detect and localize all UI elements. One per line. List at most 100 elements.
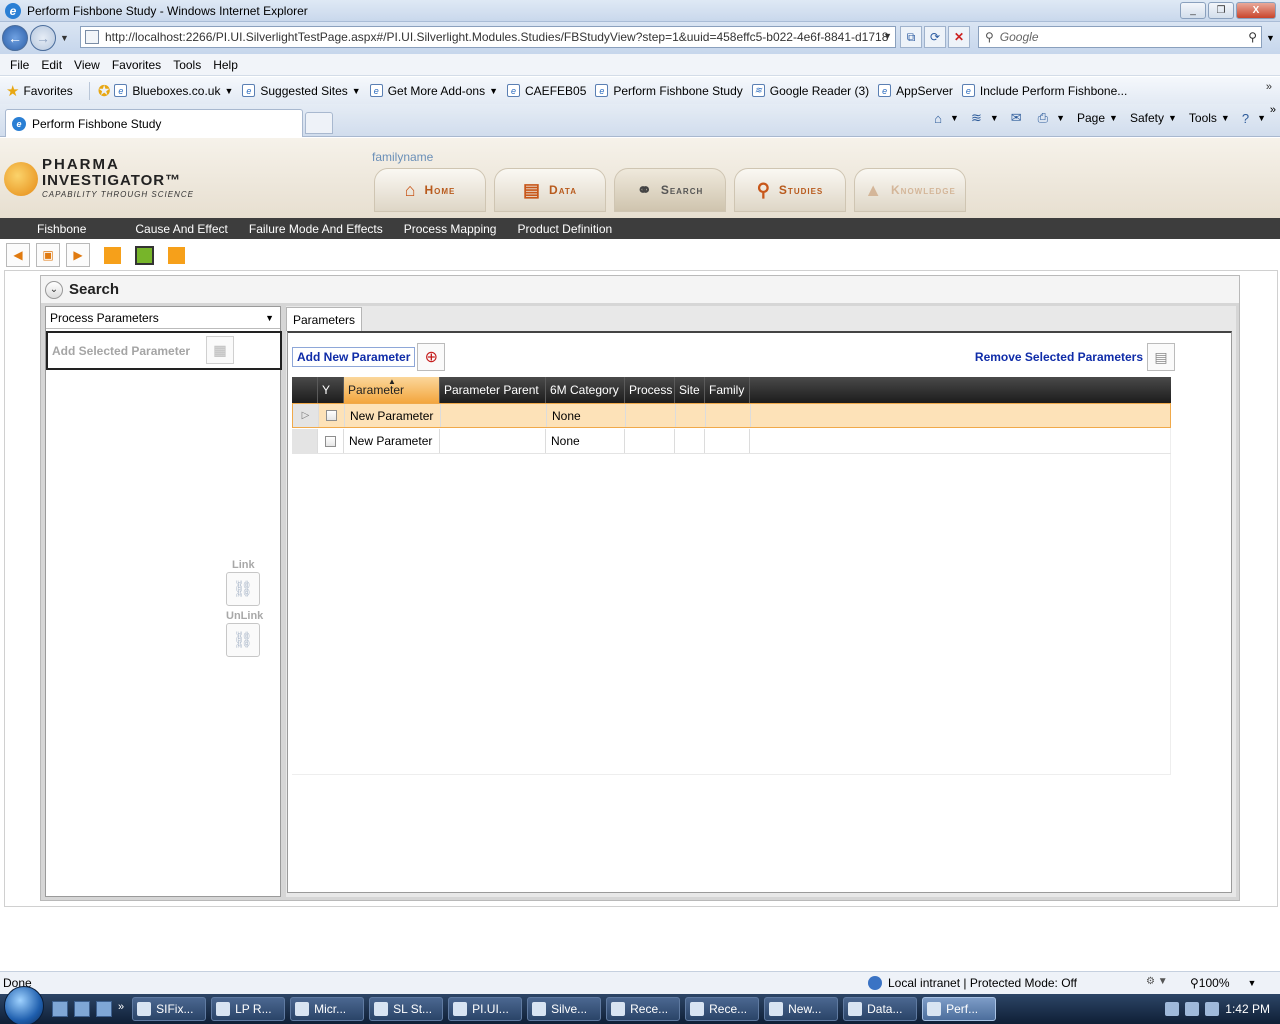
step-indicator[interactable] — [104, 246, 121, 264]
maximize-button[interactable]: ❐ — [1208, 2, 1234, 19]
menu-edit[interactable]: Edit — [35, 58, 68, 72]
favorite-link[interactable]: e Include Perform Fishbone... — [961, 84, 1127, 98]
add-new-parameter-button[interactable]: Add New Parameter ⊕ — [292, 343, 446, 371]
table-row[interactable]: ▷ New Parameter None — [292, 403, 1171, 428]
favorite-link[interactable]: e CAEFEB05 — [507, 84, 586, 98]
compatibility-view-icon[interactable]: ⧉ — [900, 26, 922, 48]
nav-tab-home[interactable]: ⌂ Home — [374, 168, 486, 212]
nav-tab-knowledge[interactable]: ▲ Knowledge — [854, 168, 966, 212]
back-button[interactable]: ← — [2, 25, 28, 51]
search-icon[interactable]: ⚲ — [1248, 30, 1257, 44]
close-button[interactable]: X — [1236, 2, 1276, 19]
taskbar-button[interactable]: Rece... — [685, 997, 760, 1021]
cell-family[interactable] — [706, 404, 751, 427]
remove-selected-parameters-button[interactable]: Remove Selected Parameters ▤ — [975, 343, 1175, 371]
start-button[interactable] — [4, 986, 44, 1024]
study-nav-cause-effect[interactable]: Cause And Effect — [135, 222, 228, 236]
taskbar-button[interactable]: Micr... — [290, 997, 365, 1021]
favorites-star-icon[interactable]: ★ — [6, 82, 19, 100]
chevron-right-icon[interactable]: » — [1270, 104, 1276, 116]
taskbar-button[interactable]: SIFix... — [132, 997, 207, 1021]
cell-6m-category[interactable]: None — [547, 404, 626, 427]
nav-tab-data[interactable]: ▤ Data — [494, 168, 606, 212]
add-selected-parameter-button[interactable]: Add Selected Parameter ▦ — [46, 331, 282, 370]
tray-icon[interactable] — [1185, 1002, 1200, 1016]
ie-launch-icon[interactable] — [96, 1001, 112, 1017]
column-header-family[interactable]: Family — [705, 377, 750, 403]
taskbar-button[interactable]: Silve... — [527, 997, 602, 1021]
switch-windows-icon[interactable] — [74, 1001, 90, 1017]
row-checkbox[interactable] — [318, 429, 344, 453]
taskbar-button[interactable]: PI.UI... — [448, 997, 523, 1021]
favorite-link[interactable]: e Suggested Sites ▼ — [242, 84, 361, 98]
nav-tab-studies[interactable]: ⚲ Studies — [734, 168, 846, 212]
menu-favorites[interactable]: Favorites — [106, 58, 167, 72]
tray-icon[interactable] — [1165, 1002, 1180, 1016]
address-dropdown-icon[interactable]: ▼ — [883, 31, 892, 41]
safety-menu[interactable]: Safety ▼ — [1130, 111, 1177, 125]
refresh-icon[interactable]: ⟳ — [924, 26, 946, 48]
row-checkbox[interactable] — [319, 404, 345, 427]
taskbar-button[interactable]: LP R... — [211, 997, 286, 1021]
menu-tools[interactable]: Tools — [167, 58, 207, 72]
tools-menu[interactable]: Tools ▼ — [1189, 111, 1230, 125]
column-header-process[interactable]: Process — [625, 377, 675, 403]
parameter-type-select[interactable]: Process Parameters ▼ — [46, 307, 280, 329]
show-desktop-icon[interactable] — [52, 1001, 68, 1017]
column-header-parameter-parent[interactable]: Parameter Parent — [440, 377, 546, 403]
volume-icon[interactable] — [1205, 1002, 1220, 1016]
table-row[interactable]: New Parameter None — [292, 429, 1171, 454]
checkbox[interactable] — [326, 410, 337, 421]
help-command[interactable]: ? ▼ — [1242, 111, 1266, 126]
protected-mode-icon[interactable]: ⚙ ▼ — [1146, 976, 1168, 987]
zoom-control[interactable]: ⚲ 100% ▼ — [1190, 976, 1256, 990]
column-header-parameter[interactable]: ▲ Parameter — [344, 377, 440, 403]
cell-process[interactable] — [625, 429, 675, 453]
nav-tab-search[interactable]: ⚭ Search — [614, 168, 726, 212]
collapse-chevron-icon[interactable]: ⌄ — [45, 280, 63, 299]
favorite-link[interactable]: e Get More Add-ons ▼ — [369, 84, 498, 98]
page-menu[interactable]: Page ▼ — [1077, 111, 1118, 125]
cell-6m-category[interactable]: None — [546, 429, 625, 453]
mail-command[interactable]: ✉ — [1011, 110, 1026, 126]
taskbar-button[interactable]: New... — [764, 997, 839, 1021]
cell-site[interactable] — [675, 429, 705, 453]
family-name-link[interactable]: familyname — [372, 150, 433, 164]
taskbar-button[interactable]: SL St... — [369, 997, 444, 1021]
unlink-button[interactable]: ⛓ — [226, 623, 260, 657]
step-indicator[interactable] — [168, 246, 185, 264]
step-indicator-current[interactable] — [135, 245, 154, 265]
study-nav-fishbone[interactable]: Fishbone — [37, 222, 86, 236]
column-header-y[interactable]: Y — [318, 377, 344, 403]
taskbar-button-active[interactable]: Perf... — [922, 997, 997, 1021]
forward-button[interactable]: → — [30, 25, 56, 51]
address-input[interactable]: http://localhost:2266/PI.UI.SilverlightT… — [80, 26, 896, 48]
chevron-right-icon[interactable]: » — [1266, 81, 1272, 93]
new-tab-button[interactable] — [305, 112, 333, 134]
cell-parameter-parent[interactable] — [440, 429, 546, 453]
clock[interactable]: 1:42 PM — [1225, 1002, 1270, 1016]
feeds-command[interactable]: ≋ ▼ — [971, 110, 999, 126]
cell-process[interactable] — [626, 404, 676, 427]
favorite-link[interactable]: ≋ Google Reader (3) — [751, 84, 869, 98]
browser-tab[interactable]: e Perform Fishbone Study — [5, 109, 303, 137]
cell-site[interactable] — [676, 404, 706, 427]
study-nav-fmea[interactable]: Failure Mode And Effects — [249, 222, 383, 236]
column-header-6m-category[interactable]: 6M Category — [546, 377, 625, 403]
favorite-link[interactable]: e AppServer — [878, 84, 953, 98]
add-favorite-icon[interactable]: ✪ — [98, 82, 111, 100]
study-nav-product-definition[interactable]: Product Definition — [517, 222, 612, 236]
search-input[interactable]: ⚲ Google ⚲ — [978, 26, 1262, 48]
favorite-link[interactable]: e Perform Fishbone Study — [595, 84, 743, 98]
security-zone[interactable]: Local intranet | Protected Mode: Off — [868, 976, 1077, 990]
favorites-button[interactable]: Favorites — [23, 84, 72, 98]
taskbar-button[interactable]: Data... — [843, 997, 918, 1021]
next-step-icon[interactable]: ▶ — [66, 243, 90, 267]
search-dropdown-icon[interactable]: ▼ — [1266, 33, 1275, 43]
menu-help[interactable]: Help — [207, 58, 244, 72]
stop-icon[interactable]: ✕ — [948, 26, 970, 48]
save-icon[interactable]: ▣ — [36, 243, 60, 267]
study-nav-process-mapping[interactable]: Process Mapping — [404, 222, 497, 236]
taskbar-button[interactable]: Rece... — [606, 997, 681, 1021]
cell-parameter-parent[interactable] — [441, 404, 547, 427]
